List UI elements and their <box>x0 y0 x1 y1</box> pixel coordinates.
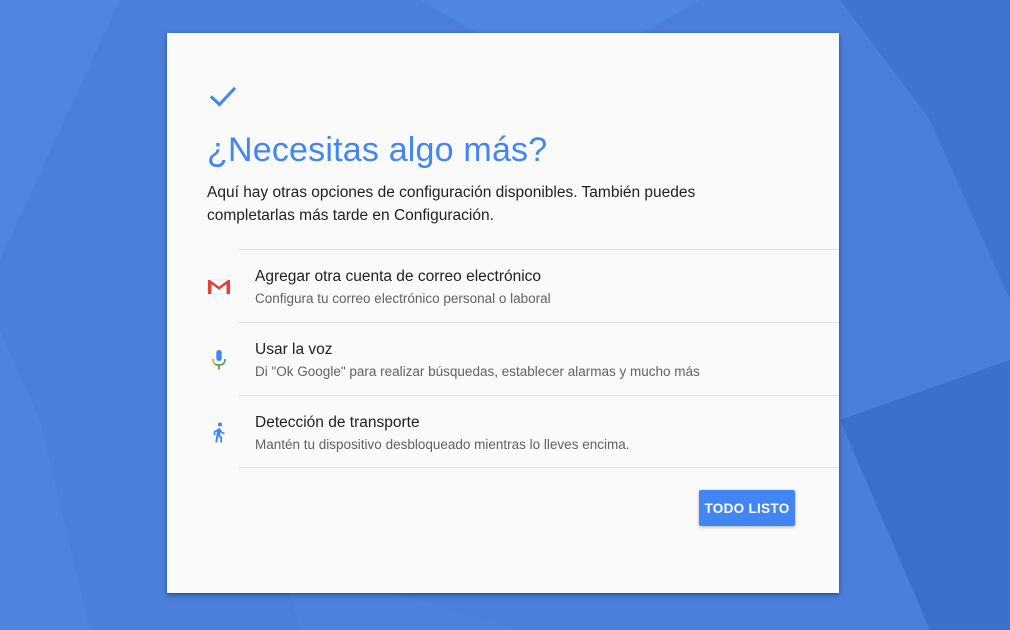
done-button[interactable]: TODO LISTO <box>699 490 795 526</box>
microphone-icon <box>212 350 226 370</box>
option-voice[interactable]: Usar la voz Di "Ok Google" para realizar… <box>167 322 839 395</box>
option-transport-detection[interactable]: Detección de transporte Mantén tu dispos… <box>167 395 839 468</box>
page-description: Aquí hay otras opciones de configuración… <box>207 184 696 224</box>
check-icon <box>209 86 237 107</box>
option-add-email-account[interactable]: Agregar otra cuenta de correo electrónic… <box>167 249 839 322</box>
setup-card: ¿Necesitas algo más? Aquí hay otras opci… <box>167 33 839 593</box>
divider <box>239 395 839 396</box>
option-title: Usar la voz <box>255 341 333 358</box>
walking-person-icon <box>213 422 225 443</box>
gmail-icon <box>207 279 231 295</box>
divider <box>239 322 839 323</box>
option-subtitle: Configura tu correo electrónico personal… <box>255 291 551 306</box>
divider <box>239 467 839 468</box>
options-list: Agregar otra cuenta de correo electrónic… <box>167 249 839 468</box>
option-subtitle: Mantén tu dispositivo desbloqueado mient… <box>255 437 630 452</box>
option-subtitle: Di "Ok Google" para realizar búsquedas, … <box>255 364 700 379</box>
option-title: Agregar otra cuenta de correo electrónic… <box>255 268 542 285</box>
divider <box>239 249 839 250</box>
page-title: ¿Necesitas algo más? <box>207 131 548 169</box>
option-title: Detección de transporte <box>255 414 420 431</box>
